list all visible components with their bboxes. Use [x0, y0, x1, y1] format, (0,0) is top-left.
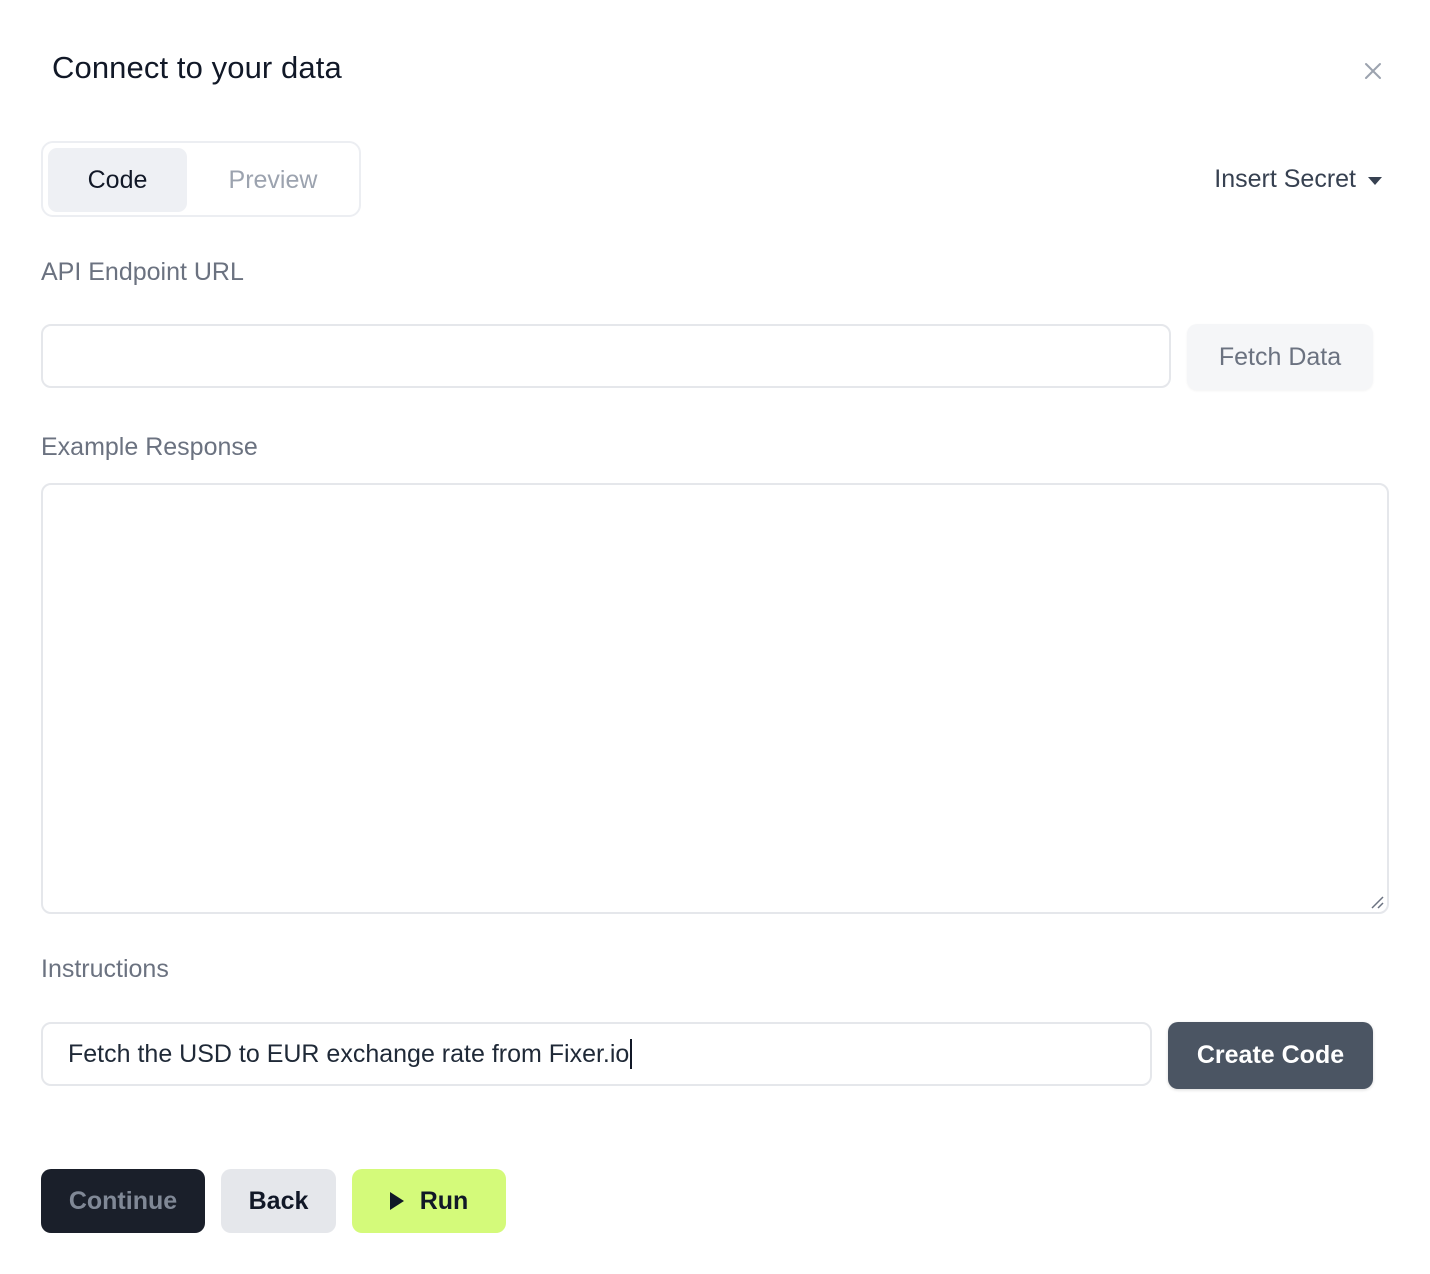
text-cursor — [630, 1039, 633, 1069]
create-code-button[interactable]: Create Code — [1168, 1022, 1373, 1089]
example-response-textarea[interactable] — [41, 483, 1389, 914]
tab-code[interactable]: Code — [48, 148, 187, 212]
resize-handle-icon[interactable] — [1369, 894, 1385, 910]
dialog-title: Connect to your data — [52, 50, 342, 85]
api-endpoint-input[interactable] — [41, 324, 1171, 388]
tab-group: Code Preview — [41, 141, 361, 217]
api-endpoint-label: API Endpoint URL — [41, 258, 244, 286]
insert-secret-dropdown[interactable]: Insert Secret — [1214, 160, 1382, 198]
play-icon — [389, 1192, 404, 1210]
caret-down-icon — [1368, 176, 1382, 185]
fetch-data-button[interactable]: Fetch Data — [1187, 324, 1373, 390]
instructions-value: Fetch the USD to EUR exchange rate from … — [68, 1039, 630, 1068]
run-label: Run — [419, 1186, 469, 1215]
example-response-label: Example Response — [41, 433, 258, 461]
insert-secret-label: Insert Secret — [1214, 164, 1356, 193]
instructions-label: Instructions — [41, 955, 169, 983]
run-button[interactable]: Run — [352, 1169, 506, 1233]
close-button[interactable] — [1360, 58, 1386, 84]
instructions-input[interactable]: Fetch the USD to EUR exchange rate from … — [41, 1022, 1152, 1086]
back-button[interactable]: Back — [221, 1169, 336, 1233]
connect-data-dialog: Connect to your data Code Preview Insert… — [0, 0, 1430, 1274]
continue-button[interactable]: Continue — [41, 1169, 205, 1233]
close-icon — [1365, 63, 1381, 79]
tab-preview[interactable]: Preview — [195, 148, 351, 212]
